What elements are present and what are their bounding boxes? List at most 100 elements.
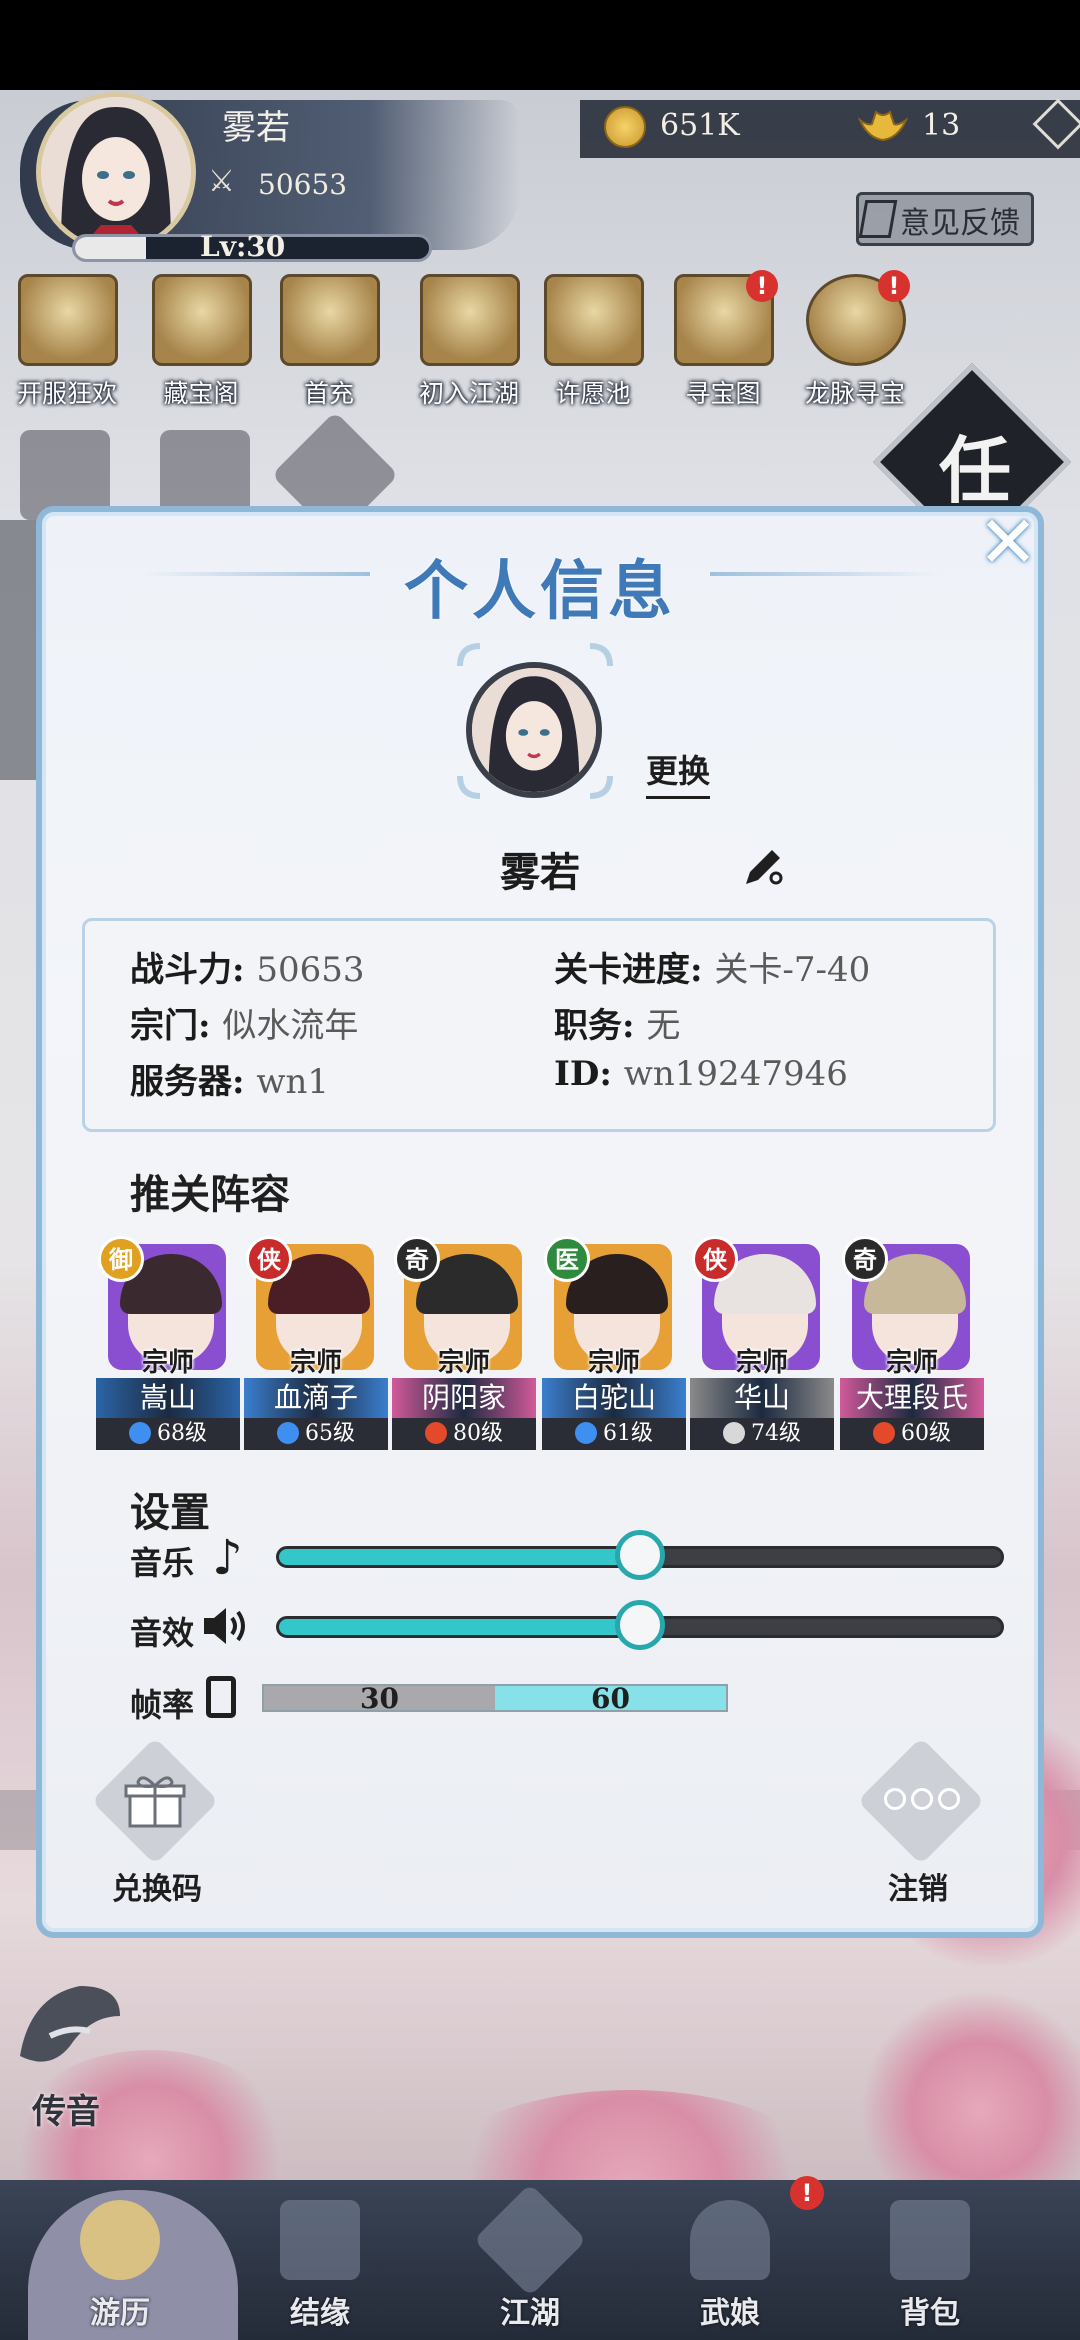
event-icons-row: 开服狂欢 藏宝阁 首充 初入江湖 许愿池 寻宝图 ! 龙脉寻宝 ! [0,270,1080,420]
nav-wuniang[interactable]: 武娘 [650,2190,810,2340]
chat-wing-icon [20,1986,120,2062]
rock-pool-icon [544,274,644,366]
hero-rank: 宗师 [735,1348,788,1378]
hero-class-badge: 御 [98,1236,144,1282]
hero-card[interactable]: 侠宗师 血滴子 65级 [244,1236,388,1454]
sect-row: 宗门: 似水流年 [130,998,358,1047]
nav-travel[interactable]: 游历 [40,2190,200,2340]
id-value: wn19247946 [623,1054,848,1094]
event-newcomer[interactable]: 初入江湖 [408,270,530,420]
modal-title: 个人信息 [404,554,676,629]
hero-rank: 宗师 [885,1348,938,1378]
event-treasure-pavilion[interactable]: 藏宝阁 [140,270,262,420]
hero-class-badge: 侠 [246,1236,292,1282]
power-label: 战斗力: [130,950,245,990]
hero-level: 60级 [901,1421,951,1446]
lineup-title: 推关阵容 [130,1171,290,1218]
profile-avatar [466,662,602,798]
server-value: wn1 [256,1062,330,1102]
hero-card[interactable]: 医宗师 白驼山 61级 [542,1236,686,1454]
music-slider-fill [279,1549,640,1565]
hero-class-badge: 医 [544,1236,590,1282]
stage-label: 关卡进度: [554,950,703,990]
hero-name: 华山 [690,1378,834,1418]
hero-level-row: 68级 [96,1418,240,1450]
scroll-icon [18,274,118,366]
player-avatar[interactable] [36,92,196,252]
element-icon [575,1422,597,1444]
edit-name-icon[interactable] [736,842,786,892]
hero-class-badge: 奇 [842,1236,888,1282]
role-value: 无 [646,1006,681,1046]
title-divider-left [140,572,370,576]
alert-icon: ! [746,270,778,302]
hero-name: 阴阳家 [392,1378,536,1418]
sect-label: 宗门: [130,1006,211,1046]
event-label: 初入江湖 [418,379,519,408]
event-label: 藏宝阁 [163,379,239,408]
event-wishing-pool[interactable]: 许愿池 [532,270,654,420]
hero-card[interactable]: 侠宗师 华山 74级 [690,1236,834,1454]
role-label: 职务: [554,1006,635,1046]
nav-backpack[interactable]: 背包 [850,2190,1010,2340]
hero-card[interactable]: 奇宗师 大理段氏 60级 [840,1236,984,1454]
music-slider[interactable] [276,1530,1004,1580]
hero-level-row: 65级 [244,1418,388,1450]
currency-bar [580,100,1080,158]
hero-class-badge: 奇 [394,1236,440,1282]
fps-selector: 30 60 [262,1684,728,1713]
hero-card[interactable]: 御宗师 嵩山 68级 [96,1236,240,1454]
fps-option-60[interactable]: 60 [495,1685,726,1713]
hero-level: 80级 [453,1421,503,1446]
role-row: 职务: 无 [554,998,680,1047]
nav-label: 游历 [90,2296,150,2331]
event-dragon-vein[interactable]: 龙脉寻宝 ! [794,270,916,420]
chat-button[interactable]: 传音 [10,1976,130,2132]
level-progress-fill [75,237,146,259]
id-label: ID: [554,1054,612,1094]
event-first-recharge[interactable]: 首充 [268,270,390,420]
event-label: 寻宝图 [685,379,761,408]
chest-icon [420,274,520,366]
crossed-swords-icon [473,2183,587,2297]
server-label: 服务器: [130,1062,245,1102]
gold-ingot-icon [858,110,908,142]
profile-name: 雾若 [500,849,580,896]
power-icon: ⚔ [208,164,235,199]
hat-icon [690,2200,770,2280]
nav-bond[interactable]: 结缘 [240,2190,400,2340]
event-open-carnival[interactable]: 开服狂欢 [6,270,128,420]
player-power: 50653 [258,168,348,201]
hero-card[interactable]: 奇宗师 阴阳家 80级 [392,1236,536,1454]
gift-icon [124,1776,186,1828]
hero-rank: 宗师 [437,1348,490,1378]
id-row: ID: wn19247946 [554,1054,848,1094]
close-icon[interactable]: ✕ [976,506,1040,578]
hero-rank: 宗师 [141,1348,194,1378]
player-name: 雾若 [222,108,290,148]
power-value: 50653 [256,950,365,990]
music-slider-knob[interactable] [615,1530,665,1580]
music-label: 音乐 [130,1544,195,1582]
alert-icon: ! [790,2176,824,2210]
nav-label: 背包 [900,2296,960,2331]
cloud-icon [80,2200,160,2280]
sfx-slider[interactable] [276,1600,1004,1650]
hero-name: 血滴子 [244,1378,388,1418]
fps-option-30[interactable]: 30 [264,1685,495,1713]
more-dots-icon [884,1786,960,1814]
hero-name: 大理段氏 [840,1378,984,1418]
secondary-icons-row [0,411,420,539]
sfx-slider-knob[interactable] [615,1600,665,1650]
alert-icon: ! [878,270,910,302]
phone-icon [206,1676,236,1718]
event-label: 许愿池 [555,379,631,408]
hero-level: 74级 [751,1421,801,1446]
hero-level-row: 80级 [392,1418,536,1450]
hero-name: 嵩山 [96,1378,240,1418]
event-treasure-map[interactable]: 寻宝图 ! [662,270,784,420]
nav-jianghu[interactable]: 江湖 [450,2183,610,2340]
change-avatar-link[interactable]: 更换 [646,746,711,799]
avatar-portrait-icon [472,668,596,792]
element-icon [277,1422,299,1444]
